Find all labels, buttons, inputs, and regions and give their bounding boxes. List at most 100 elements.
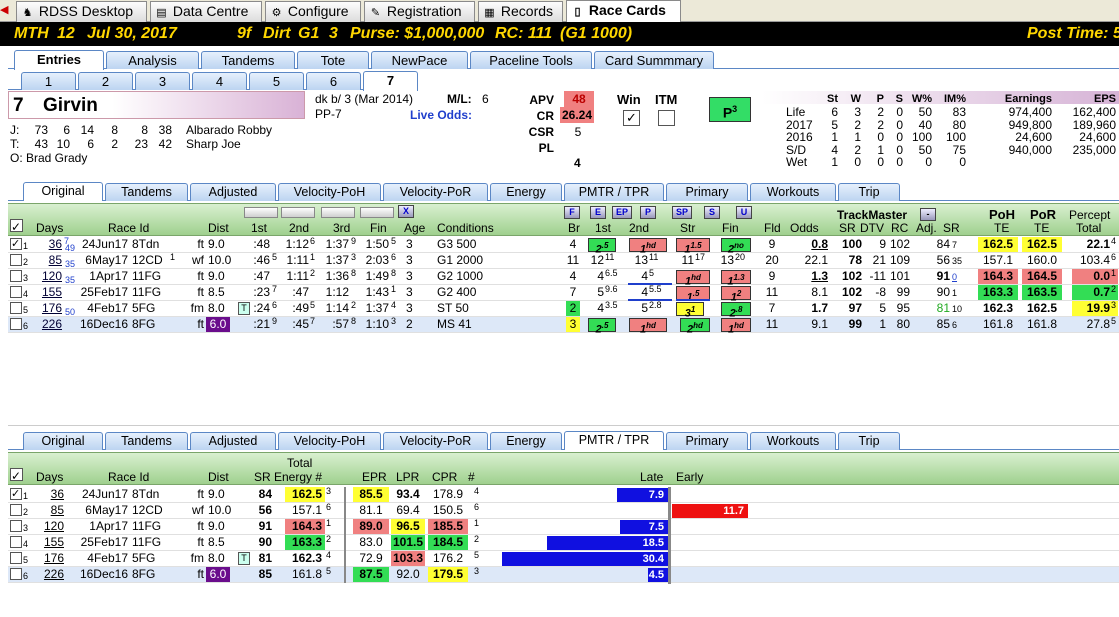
tab-configure[interactable]: ⚙ Configure	[265, 1, 361, 22]
grid-tab-tandems[interactable]: Tandems	[105, 432, 188, 450]
row-checkbox[interactable]	[10, 552, 22, 564]
row-number: 5	[23, 555, 29, 565]
u-filter-button[interactable]: U	[736, 206, 752, 219]
grid-tab-workouts[interactable]: Workouts	[750, 183, 836, 201]
select-all-checkbox[interactable]: ✓	[10, 219, 23, 234]
grid-tab-pmtr-tpr[interactable]: PMTR / TPR	[564, 431, 664, 450]
tab-horse-7[interactable]: 7	[363, 71, 418, 91]
record-header: W%	[911, 93, 932, 105]
p-filter-button[interactable]: P	[640, 206, 656, 219]
row-checkbox[interactable]: ✓	[10, 238, 22, 250]
tab-horse-2[interactable]: 2	[78, 72, 133, 90]
tab-records[interactable]: ▦ Records	[478, 1, 563, 22]
tab-paceline-tools[interactable]: Paceline Tools	[470, 51, 592, 69]
tab-analysis[interactable]: Analysis	[106, 51, 199, 69]
sp-filter-button[interactable]: SP	[672, 206, 692, 219]
table-row[interactable]: 4 155 25Feb17 11FG ft 8.5 90 163.3 2 83.0 101.5 184…	[8, 534, 1119, 551]
cell-t3: 1:12	[325, 285, 349, 299]
s-filter-button[interactable]: S	[704, 206, 720, 219]
sort-button[interactable]	[321, 207, 355, 218]
col-header-fin: Fin	[370, 221, 387, 235]
grid-tab-pmtr-tpr[interactable]: PMTR / TPR	[564, 183, 664, 201]
tab-horse-1[interactable]: 1	[21, 72, 76, 90]
back-arrow-icon[interactable]: ◀	[0, 3, 14, 17]
sort-button[interactable]	[244, 207, 278, 218]
tab-tote[interactable]: Tote	[297, 51, 369, 69]
table-row[interactable]: 3 120 1Apr17 11FG ft 9.0 91 164.3 1 89.0 96.5 185.5…	[8, 518, 1119, 535]
tab-race-cards[interactable]: ▯ Race Cards	[566, 0, 681, 23]
sort-button[interactable]	[281, 207, 315, 218]
trainer-name[interactable]: Sharp Joe	[186, 137, 241, 151]
cell-poh: 163.3	[978, 285, 1018, 300]
row-checkbox[interactable]	[10, 286, 22, 298]
tab-horse-5[interactable]: 5	[249, 72, 304, 90]
cell-t1: :47	[253, 269, 270, 283]
cell-sup-p1s: 11	[605, 252, 615, 262]
grid-tab-workouts[interactable]: Workouts	[750, 432, 836, 450]
select-all-checkbox[interactable]: ✓	[10, 468, 23, 483]
grid-tab-adjusted[interactable]: Adjusted	[190, 432, 276, 450]
tab-horse-3[interactable]: 3	[135, 72, 190, 90]
table-row[interactable]: 3 120 35 1Apr17 11FG ft 9.0:47 1:11 2 1:36 8 1:49 8 3…	[8, 268, 1119, 288]
table-row[interactable]: 2 85 6May17 12CD wf 10.0 56 157.1 6 81.1 69.4 150.5…	[8, 502, 1119, 519]
row-checkbox[interactable]	[10, 520, 22, 532]
row-checkbox[interactable]: ✓	[10, 488, 22, 500]
row-checkbox[interactable]	[10, 568, 22, 580]
win-checkbox[interactable]: ✓	[623, 110, 640, 126]
grid-tab-velocity-poh[interactable]: Velocity-PoH	[278, 183, 381, 201]
grid-tab-velocity-por[interactable]: Velocity-PoR	[383, 432, 488, 450]
f-filter-button[interactable]: F	[564, 206, 580, 219]
x-button[interactable]: X	[398, 205, 414, 218]
table-row[interactable]: 2 85 35 6May17 12CD 1 wf 10.0:46 5 1:11 1 1:37 3 2:03…	[8, 252, 1119, 269]
tab-horse-6[interactable]: 6	[306, 72, 361, 90]
row-checkbox[interactable]	[10, 318, 22, 330]
grid-tab-primary[interactable]: Primary	[666, 183, 748, 201]
grid-tab-original[interactable]: Original	[23, 432, 103, 450]
owner-label: O:	[10, 151, 23, 165]
cell-adj-sub: 10	[952, 304, 963, 314]
itm-checkbox[interactable]	[658, 110, 675, 126]
grid-tab-energy[interactable]: Energy	[490, 183, 562, 201]
grid-tab-energy[interactable]: Energy	[490, 432, 562, 450]
col-header-cond: Conditions	[437, 221, 494, 235]
cell-dist: 6.0	[206, 567, 230, 582]
cell-adj-sub: 35	[952, 256, 963, 266]
tab-registration[interactable]: ✎ Registration	[364, 1, 475, 22]
row-checkbox[interactable]	[10, 254, 22, 266]
sort-button[interactable]	[360, 207, 394, 218]
table-row[interactable]: 6 226 16Dec16 8FG ft 6.0 85 161.8 5 87.5 92.0 179.5…	[8, 566, 1119, 583]
table-row[interactable]: ✓ 1 36 24Jun17 8Tdn ft 9.0 84 162.5 3 85.5 93.4 178.…	[8, 486, 1119, 503]
tab-data-centre[interactable]: ▤ Data Centre	[150, 1, 262, 22]
grid-tab-trip[interactable]: Trip	[838, 183, 900, 201]
grid-tab-primary[interactable]: Primary	[666, 432, 748, 450]
tab-card-summary[interactable]: Card Summmary	[594, 51, 714, 69]
jockey-name[interactable]: Albarado Robby	[186, 123, 272, 137]
tab-rdss-desktop[interactable]: ♞ RDSS Desktop	[16, 1, 147, 22]
e-filter-button[interactable]: E	[590, 206, 606, 219]
row-checkbox[interactable]	[10, 302, 22, 314]
grid-tab-velocity-poh[interactable]: Velocity-PoH	[278, 432, 381, 450]
tab-tandems[interactable]: Tandems	[201, 51, 295, 69]
cell-sup-p2s: 5	[649, 268, 655, 278]
table-row[interactable]: 6 226 16Dec16 8FG ft 6.0:21 9:45 7:57 8 1:10 3 2 MS …	[8, 316, 1119, 336]
collapse-button[interactable]: -	[920, 208, 936, 221]
row-checkbox[interactable]	[10, 270, 22, 282]
tab-entries[interactable]: Entries	[14, 50, 104, 70]
grid-tab-trip[interactable]: Trip	[838, 432, 900, 450]
table-row[interactable]: 5 176 4Feb17 5FG fm 8.0 T 81 162.3 4 72.9 103.3 176.…	[8, 550, 1119, 567]
row-checkbox[interactable]	[10, 504, 22, 516]
tab-horse-4[interactable]: 4	[192, 72, 247, 90]
row-checkbox[interactable]	[10, 536, 22, 548]
grid-tab-adjusted[interactable]: Adjusted	[190, 183, 276, 201]
table-row[interactable]: 5 176 50 4Feb17 5FG fm 8.0 T:24 6:49 5 1:14 2 1:37 4 3…	[8, 300, 1119, 320]
grid-tab-tandems[interactable]: Tandems	[105, 183, 188, 201]
table-row[interactable]: 4 155 25Feb17 11FG ft 8.5:23 7:47 1:12 1:43 1 3 G2 …	[8, 284, 1119, 304]
tab-newpace[interactable]: NewPace	[371, 51, 468, 69]
late-bar: 7.9	[617, 488, 668, 502]
ep-filter-button[interactable]: EP	[612, 206, 632, 219]
grid-tab-original[interactable]: Original	[23, 182, 103, 201]
cell-fld: 7	[768, 301, 776, 315]
cell-dist: 8.0	[208, 301, 225, 315]
grid-tab-velocity-por[interactable]: Velocity-PoR	[383, 183, 488, 201]
pace-box: 2hd	[680, 318, 710, 336]
